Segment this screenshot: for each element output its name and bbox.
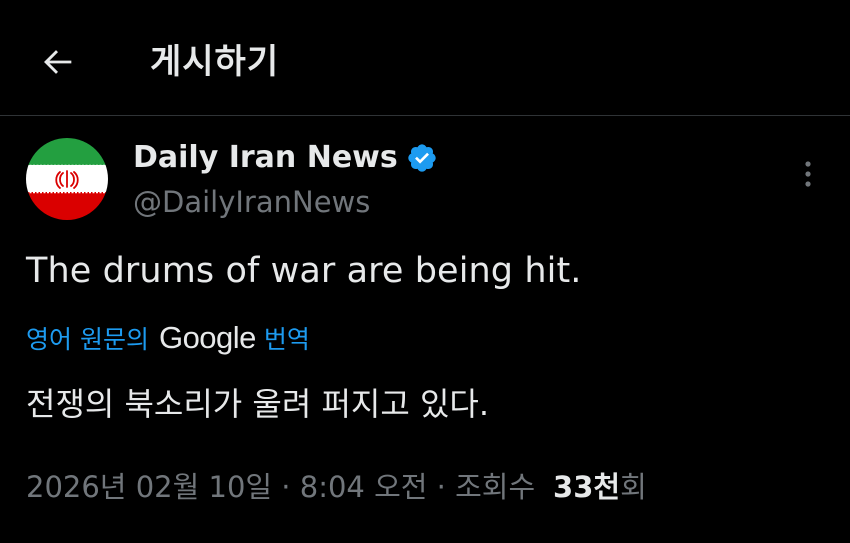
- author-handle[interactable]: @DailyIranNews: [133, 183, 370, 221]
- translated-text: 전쟁의 북소리가 울려 퍼지고 있다.: [26, 385, 490, 423]
- iran-flag-icon: [26, 138, 108, 220]
- more-options-button[interactable]: [788, 152, 828, 196]
- arrow-left-icon: [44, 50, 72, 74]
- tweet-text: The drums of war are being hit.: [26, 251, 582, 291]
- google-logo: Google: [158, 320, 256, 355]
- back-button[interactable]: [34, 38, 82, 86]
- more-vertical-icon: [805, 161, 811, 187]
- translation-attribution: 영어 원문의 Google 번역: [26, 317, 310, 359]
- view-count-suffix: 회: [620, 470, 647, 504]
- original-language-link[interactable]: 영어 원문의: [26, 320, 149, 356]
- author-name-label: Daily Iran News: [133, 140, 398, 175]
- page-title: 게시하기: [150, 42, 280, 82]
- avatar[interactable]: [26, 138, 108, 220]
- tweet-meta: 2026년 02월 10일 · 8:04 오전 · 조회수 33천회: [26, 464, 647, 510]
- view-count: 33천: [553, 470, 621, 504]
- verified-badge-icon: [408, 144, 436, 172]
- translate-link[interactable]: 번역: [264, 320, 310, 356]
- top-bar: 게시하기: [0, 0, 850, 116]
- author-name[interactable]: Daily Iran News: [133, 139, 438, 177]
- timestamp[interactable]: 2026년 02월 10일 · 8:04 오전 · 조회수: [26, 470, 535, 504]
